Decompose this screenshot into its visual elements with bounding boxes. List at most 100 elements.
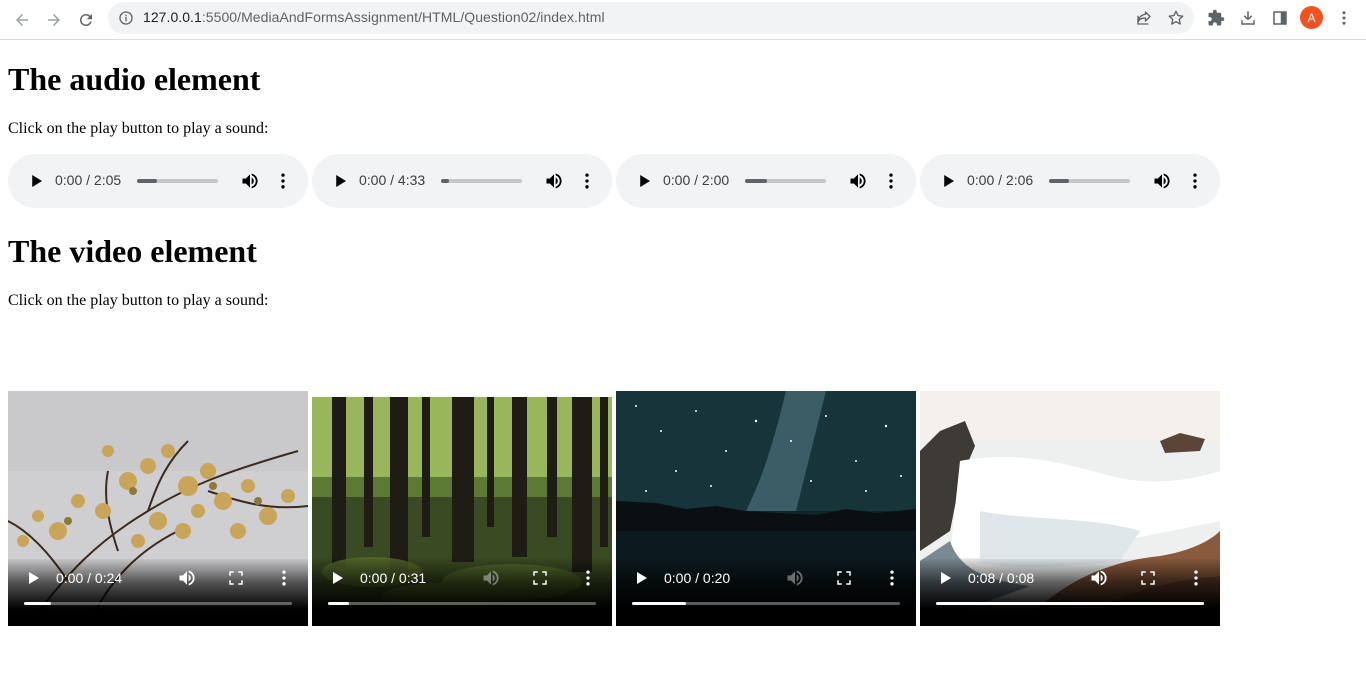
url-path: :5500/MediaAndFormsAssignment/HTML/Quest… xyxy=(201,9,605,25)
bookmark-button[interactable] xyxy=(1166,8,1186,28)
extensions-button[interactable] xyxy=(1206,8,1226,28)
audio-time: 0:00 / 2:06 xyxy=(967,172,1034,188)
audio-player[interactable]: 0:00 / 2:06 xyxy=(920,154,1220,208)
mute-button[interactable] xyxy=(1151,170,1173,192)
volume-icon xyxy=(179,570,195,586)
more-options-button[interactable] xyxy=(577,567,599,589)
more-dots-icon xyxy=(890,570,894,586)
volume-slider[interactable] xyxy=(441,179,522,183)
more-options-button[interactable] xyxy=(1185,567,1207,589)
downloads-button[interactable] xyxy=(1238,8,1258,28)
audio-time: 0:00 / 2:00 xyxy=(663,172,730,188)
video-progress-fill xyxy=(328,602,350,605)
video-controls: 0:00 / 0:31 xyxy=(312,559,612,626)
video-time: 0:00 / 0:24 xyxy=(56,570,123,586)
share-button[interactable] xyxy=(1134,8,1154,28)
video-player[interactable]: 0:00 / 0:31 xyxy=(312,397,612,626)
volume-icon xyxy=(546,173,562,189)
mute-button[interactable] xyxy=(176,567,198,589)
video-controls: 0:00 / 0:24 xyxy=(8,559,308,626)
more-options-button[interactable] xyxy=(880,170,902,192)
extensions-icon xyxy=(1208,9,1225,26)
forward-button[interactable] xyxy=(40,6,68,34)
info-icon[interactable] xyxy=(118,10,134,26)
more-options-button[interactable] xyxy=(272,170,294,192)
mute-button[interactable] xyxy=(543,170,565,192)
mute-button[interactable] xyxy=(239,170,261,192)
mute-button[interactable] xyxy=(784,567,806,589)
fullscreen-button[interactable] xyxy=(225,567,247,589)
more-options-button[interactable] xyxy=(1184,170,1206,192)
url-text[interactable]: 127.0.0.1:5500/MediaAndFormsAssignment/H… xyxy=(143,9,605,25)
play-button[interactable] xyxy=(26,171,46,191)
more-dots-icon xyxy=(586,570,590,586)
play-button[interactable] xyxy=(23,568,43,588)
forward-arrow-icon xyxy=(48,14,60,26)
video-seek-bar[interactable] xyxy=(632,602,900,605)
fullscreen-button[interactable] xyxy=(1137,567,1159,589)
video-player[interactable]: 0:08 / 0:08 xyxy=(920,391,1220,626)
video-player[interactable]: 0:00 / 0:20 xyxy=(616,391,916,626)
play-button[interactable] xyxy=(935,568,955,588)
profile-avatar[interactable]: A xyxy=(1300,6,1323,29)
audio-time: 0:00 / 2:05 xyxy=(55,172,122,188)
play-button[interactable] xyxy=(938,171,958,191)
audio-player[interactable]: 0:00 / 2:05 xyxy=(8,154,308,208)
menu-dots-icon xyxy=(1342,11,1346,25)
volume-fill xyxy=(441,179,450,183)
video-player[interactable]: 0:00 / 0:24 xyxy=(8,391,308,626)
side-panel-icon xyxy=(1273,11,1287,25)
fullscreen-icon xyxy=(533,571,547,585)
video-seek-bar[interactable] xyxy=(24,602,292,605)
video-instruction: Click on the play button to play a sound… xyxy=(8,292,269,309)
side-panel-button[interactable] xyxy=(1270,8,1290,28)
volume-slider[interactable] xyxy=(137,179,218,183)
play-icon xyxy=(29,572,39,584)
browser-menu-button[interactable] xyxy=(1334,8,1354,28)
play-icon xyxy=(637,572,647,584)
fullscreen-button[interactable] xyxy=(833,567,855,589)
fullscreen-icon xyxy=(1141,571,1155,585)
play-button[interactable] xyxy=(634,171,654,191)
play-icon xyxy=(941,572,951,584)
video-heading: The video element xyxy=(8,233,257,269)
video-progress-fill xyxy=(24,602,51,605)
play-button[interactable] xyxy=(327,568,347,588)
play-icon xyxy=(32,175,42,187)
play-icon xyxy=(944,175,954,187)
audio-time: 0:00 / 4:33 xyxy=(359,172,426,188)
audio-player[interactable]: 0:00 / 2:00 xyxy=(616,154,916,208)
reload-button[interactable] xyxy=(72,6,100,34)
volume-slider[interactable] xyxy=(1049,179,1130,183)
more-options-button[interactable] xyxy=(273,567,295,589)
back-arrow-icon xyxy=(16,14,28,26)
fullscreen-icon xyxy=(229,571,243,585)
mute-button[interactable] xyxy=(1088,567,1110,589)
star-icon xyxy=(1168,10,1184,25)
audio-player[interactable]: 0:00 / 4:33 xyxy=(312,154,612,208)
more-dots-icon xyxy=(282,570,286,586)
fullscreen-button[interactable] xyxy=(529,567,551,589)
volume-slider[interactable] xyxy=(745,179,826,183)
play-icon xyxy=(640,175,650,187)
volume-icon xyxy=(483,570,499,586)
play-button[interactable] xyxy=(330,171,350,191)
mute-button[interactable] xyxy=(480,567,502,589)
video-time: 0:00 / 0:31 xyxy=(360,570,427,586)
video-seek-bar[interactable] xyxy=(936,602,1204,605)
address-bar[interactable]: 127.0.0.1:5500/MediaAndFormsAssignment/H… xyxy=(108,2,1194,34)
mute-button[interactable] xyxy=(847,170,869,192)
video-seek-bar[interactable] xyxy=(328,602,596,605)
play-button[interactable] xyxy=(631,568,651,588)
browser-toolbar: 127.0.0.1:5500/MediaAndFormsAssignment/H… xyxy=(0,0,1366,40)
play-icon xyxy=(336,175,346,187)
video-progress-fill xyxy=(632,602,686,605)
fullscreen-icon xyxy=(837,571,851,585)
play-icon xyxy=(333,572,343,584)
more-options-button[interactable] xyxy=(881,567,903,589)
more-dots-icon xyxy=(281,173,285,189)
more-dots-icon xyxy=(1194,570,1198,586)
more-options-button[interactable] xyxy=(576,170,598,192)
back-button[interactable] xyxy=(8,6,36,34)
video-time: 0:08 / 0:08 xyxy=(968,570,1035,586)
